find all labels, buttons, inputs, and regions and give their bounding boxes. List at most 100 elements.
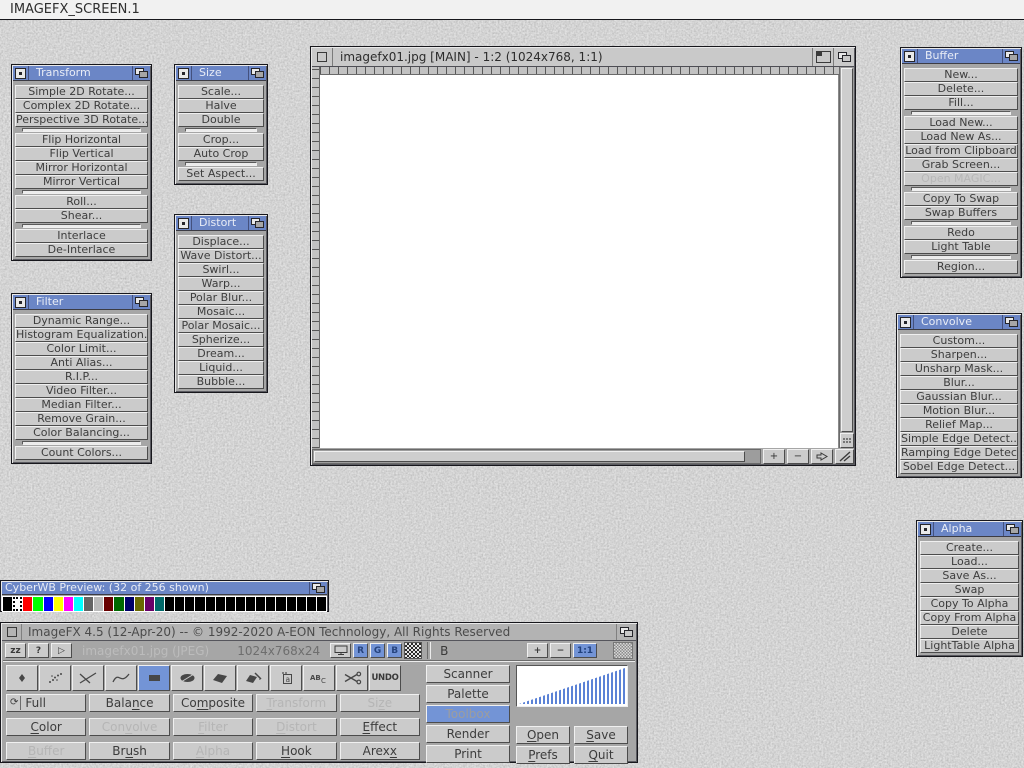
wave-distort-button[interactable]: Wave Distort...	[178, 249, 264, 263]
depth-gadget-icon[interactable]	[309, 582, 327, 594]
monitor-icon[interactable]	[330, 643, 351, 658]
color-button[interactable]: Color	[6, 718, 86, 736]
mirror-vertical-button[interactable]: Mirror Vertical	[15, 175, 148, 189]
scale-button[interactable]: Scale...	[178, 85, 264, 99]
depth-gadget-icon[interactable]	[1002, 49, 1020, 63]
color-swatch-6[interactable]	[64, 597, 73, 611]
polar-blur-button[interactable]: Polar Blur...	[178, 291, 264, 305]
vertical-scrollbar[interactable]	[839, 67, 854, 448]
color-swatch-12[interactable]	[125, 597, 134, 611]
warp-button[interactable]: Warp...	[178, 277, 264, 291]
convolve-titlebar[interactable]: Convolve	[898, 315, 1020, 330]
point-tool-button[interactable]	[6, 665, 38, 691]
image-canvas[interactable]	[320, 75, 839, 448]
zoom-out-button[interactable]: −	[550, 643, 571, 658]
buffer-titlebar[interactable]: Buffer	[902, 49, 1020, 64]
close-gadget-icon[interactable]	[2, 624, 22, 640]
gradient-preview[interactable]	[516, 665, 628, 707]
clip-text-tool-button[interactable]: a	[270, 665, 302, 691]
region-button[interactable]: Region...	[904, 260, 1018, 274]
load-from-clipboard-button[interactable]: Load from Clipboard	[904, 144, 1018, 158]
dynamic-range-button[interactable]: Dynamic Range...	[15, 314, 148, 328]
distort-titlebar[interactable]: Distort	[176, 216, 266, 231]
print-button[interactable]: Print	[426, 745, 510, 763]
color-swatch-17[interactable]	[175, 597, 184, 611]
copy-to-alpha-button[interactable]: Copy To Alpha	[920, 597, 1019, 611]
polygon-tool-button[interactable]	[204, 665, 236, 691]
histogram-equalization-button[interactable]: Histogram Equalization...	[15, 328, 148, 342]
full-button[interactable]: ⟳Full	[6, 694, 86, 712]
double-button[interactable]: Double	[178, 113, 264, 127]
crop-button[interactable]: Crop...	[178, 133, 264, 147]
gaussian-blur-button[interactable]: Gaussian Blur...	[900, 390, 1018, 404]
simple-2d-rotate-button[interactable]: Simple 2D Rotate...	[15, 85, 148, 99]
video-filter-button[interactable]: Video Filter...	[15, 384, 148, 398]
swap-button[interactable]: Swap	[920, 583, 1019, 597]
color-swatch-15[interactable]	[155, 597, 164, 611]
create-button[interactable]: Create...	[920, 541, 1019, 555]
scanner-button[interactable]: Scanner	[426, 665, 510, 683]
swirl-button[interactable]: Swirl...	[178, 263, 264, 277]
close-gadget-icon[interactable]	[918, 522, 934, 536]
blue-channel-toggle[interactable]: B	[387, 643, 402, 658]
color-swatch-31[interactable]	[317, 597, 326, 611]
brush-button[interactable]: Brush	[89, 742, 169, 760]
zoom-out-button[interactable]: −	[787, 449, 809, 464]
color-limit-button[interactable]: Color Limit...	[15, 342, 148, 356]
help-button[interactable]: ?	[28, 643, 49, 658]
depth-gadget-icon[interactable]	[132, 295, 150, 309]
color-swatch-14[interactable]	[145, 597, 154, 611]
size-titlebar[interactable]: Size	[176, 66, 266, 81]
redo-button[interactable]: Redo	[904, 226, 1018, 240]
zoom-gadget-icon[interactable]	[812, 48, 833, 66]
red-channel-toggle[interactable]: R	[353, 643, 368, 658]
de-interlace-button[interactable]: De-Interlace	[15, 243, 148, 257]
line-tool-button[interactable]	[72, 665, 104, 691]
halve-button[interactable]: Halve	[178, 99, 264, 113]
palette-titlebar[interactable]: CyberWB Preview: (32 of 256 shown)	[2, 582, 327, 595]
color-swatch-11[interactable]	[114, 597, 123, 611]
color-swatch-27[interactable]	[276, 597, 285, 611]
hook-button[interactable]: Hook	[256, 742, 336, 760]
copy-to-swap-button[interactable]: Copy To Swap	[904, 192, 1018, 206]
color-swatch-4[interactable]	[44, 597, 53, 611]
close-gadget-icon[interactable]	[13, 295, 29, 309]
bubble-button[interactable]: Bubble...	[178, 375, 264, 389]
horizontal-scrollbar-thumb[interactable]	[314, 451, 745, 462]
delete-button[interactable]: Delete...	[904, 82, 1018, 96]
color-swatch-22[interactable]	[226, 597, 235, 611]
render-button[interactable]: Render	[426, 725, 510, 743]
color-swatch-9[interactable]	[94, 597, 103, 611]
auto-crop-button[interactable]: Auto Crop	[178, 147, 264, 161]
color-swatch-8[interactable]	[84, 597, 93, 611]
color-balancing-button[interactable]: Color Balancing...	[15, 426, 148, 440]
play-arexx-icon[interactable]: ▷	[51, 643, 72, 658]
count-colors-button[interactable]: Count Colors...	[15, 446, 148, 460]
close-gadget-icon[interactable]	[176, 216, 192, 230]
shear-button[interactable]: Shear...	[15, 209, 148, 223]
airbrush-tool-button[interactable]	[39, 665, 71, 691]
image-window-titlebar[interactable]: imagefx01.jpg [MAIN] - 1:2 (1024x768, 1:…	[312, 48, 854, 67]
oval-tool-button[interactable]	[171, 665, 203, 691]
undo-button[interactable]: UNDO	[369, 665, 401, 691]
depth-gadget-icon[interactable]	[248, 216, 266, 230]
save-button[interactable]: Save	[574, 726, 628, 744]
simple-edge-detect-button[interactable]: Simple Edge Detect...	[900, 432, 1018, 446]
depth-gadget-icon[interactable]	[833, 48, 854, 66]
liquid-button[interactable]: Liquid...	[178, 361, 264, 375]
color-swatch-1[interactable]	[13, 597, 22, 611]
flip-horizontal-button[interactable]: Flip Horizontal	[15, 133, 148, 147]
box-tool-button[interactable]	[138, 665, 170, 691]
balance-button[interactable]: Balance	[89, 694, 169, 712]
light-table-button[interactable]: Light Table	[904, 240, 1018, 254]
sobel-edge-detect-button[interactable]: Sobel Edge Detect...	[900, 460, 1018, 474]
load-new-button[interactable]: Load New...	[904, 116, 1018, 130]
remove-grain-button[interactable]: Remove Grain...	[15, 412, 148, 426]
blur-button[interactable]: Blur...	[900, 376, 1018, 390]
depth-gadget-icon[interactable]	[248, 66, 266, 80]
color-swatch-25[interactable]	[256, 597, 265, 611]
color-swatch-20[interactable]	[206, 597, 215, 611]
horizontal-scrollbar[interactable]	[312, 449, 761, 464]
relief-map-button[interactable]: Relief Map...	[900, 418, 1018, 432]
fill-button[interactable]: Fill...	[904, 96, 1018, 110]
